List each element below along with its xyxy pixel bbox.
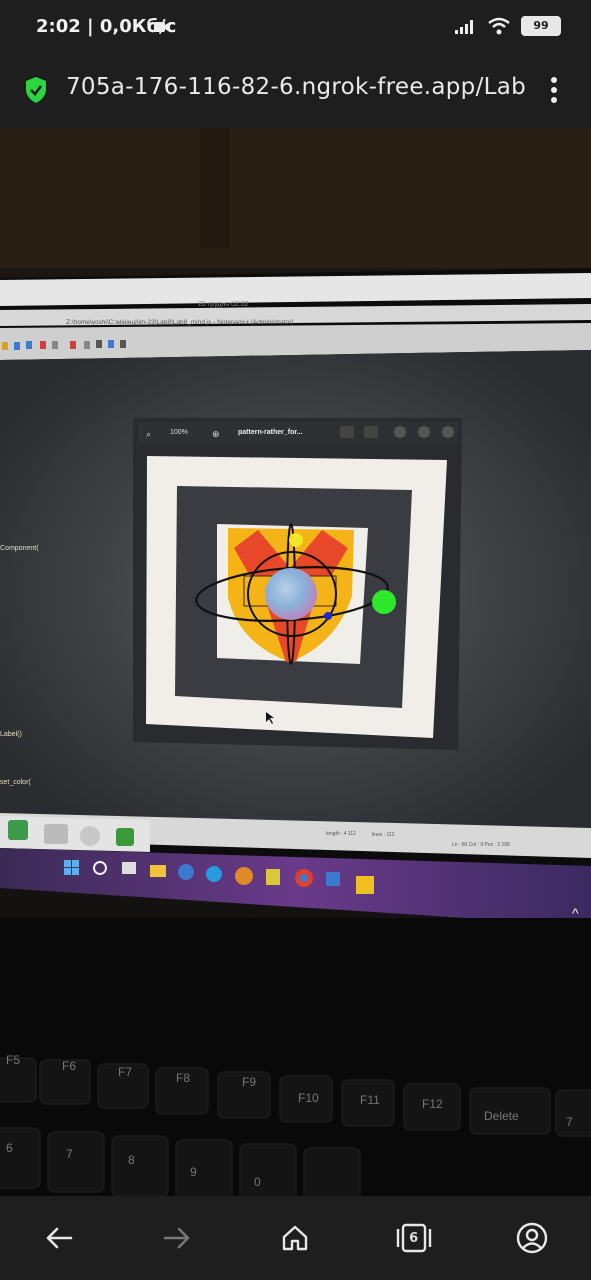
viewer-zoom: 100% <box>170 429 188 436</box>
image-viewer-window: ⌕ 100% ⊕ pattern-rather_for... <box>133 418 462 750</box>
home-button[interactable] <box>265 1208 325 1268</box>
status-length: length : 4 112 <box>326 831 356 837</box>
laptop-scene: 20 грудня 02:02 Z:\home\yoshi\C:\мінінці… <box>0 128 591 1196</box>
svg-text:8: 8 <box>128 1153 135 1167</box>
back-arrow-icon <box>46 1227 73 1249</box>
svg-text:F8: F8 <box>176 1071 190 1085</box>
svg-text:7: 7 <box>66 1147 73 1161</box>
code-line-2: Label() <box>0 731 22 738</box>
battery-icon: 99 <box>521 16 561 36</box>
tabs-button[interactable]: 6 <box>384 1208 444 1268</box>
svg-text:F6: F6 <box>62 1059 76 1073</box>
svg-text:F12: F12 <box>422 1097 443 1111</box>
code-line-3: set_color( <box>0 779 31 786</box>
svg-text:F5: F5 <box>6 1053 20 1067</box>
svg-text:7: 7 <box>566 1115 573 1129</box>
monitor-clock: 20 грудня 02:02 <box>198 301 249 308</box>
svg-text:F11: F11 <box>360 1093 380 1107</box>
svg-text:0: 0 <box>254 1175 261 1189</box>
tab-count: 6 <box>409 1230 419 1246</box>
green-satellite <box>372 590 396 614</box>
url-bar[interactable]: 705a-176-116-82-6.ngrok-free.app/Lab <box>0 56 591 128</box>
planet-sphere <box>265 568 317 620</box>
camera-photo: 20 грудня 02:02 Z:\home\yoshi\C:\мінінці… <box>0 128 591 1196</box>
video-call-icon <box>154 22 170 32</box>
svg-text:F7: F7 <box>118 1065 132 1079</box>
forward-button[interactable] <box>147 1208 207 1268</box>
status-icons: 99 <box>455 16 561 36</box>
viewer-filename: pattern-rather_for... <box>238 429 303 436</box>
forward-arrow-icon <box>163 1227 190 1249</box>
home-icon <box>283 1225 308 1251</box>
status-bar: 2:02 | 0,0Кб/с 99 <box>0 0 591 56</box>
svg-text:F10: F10 <box>298 1091 319 1105</box>
signal-icon <box>455 20 473 34</box>
zoom-icon: ⌕ <box>146 429 151 439</box>
zoom-in-icon: ⊕ <box>212 429 220 439</box>
browser-bottom-nav: 6 <box>0 1196 591 1280</box>
back-button[interactable] <box>29 1208 89 1268</box>
svg-text:6: 6 <box>6 1141 13 1155</box>
svg-text:9: 9 <box>190 1165 197 1179</box>
more-menu-icon[interactable] <box>544 74 564 106</box>
svg-text:Delete: Delete <box>484 1109 519 1123</box>
code-line-1: Component( <box>0 545 39 552</box>
yellow-satellite <box>289 533 303 547</box>
status-position: Ln : 60 Col : 9 Pos : 2 108 <box>452 842 510 848</box>
account-button[interactable] <box>502 1208 562 1268</box>
status-lines: lines : 113 <box>372 832 395 838</box>
blue-satellite <box>324 612 332 620</box>
secure-shield-icon[interactable] <box>24 76 48 104</box>
account-icon <box>516 1222 548 1254</box>
wifi-icon <box>488 17 510 35</box>
svg-text:F9: F9 <box>242 1075 256 1089</box>
monitor-window-title: Z:\home\yoshi\C:\мінінці\im-23\Lab8\Lab8… <box>66 318 293 326</box>
url-text[interactable]: 705a-176-116-82-6.ngrok-free.app/Lab <box>66 74 526 100</box>
